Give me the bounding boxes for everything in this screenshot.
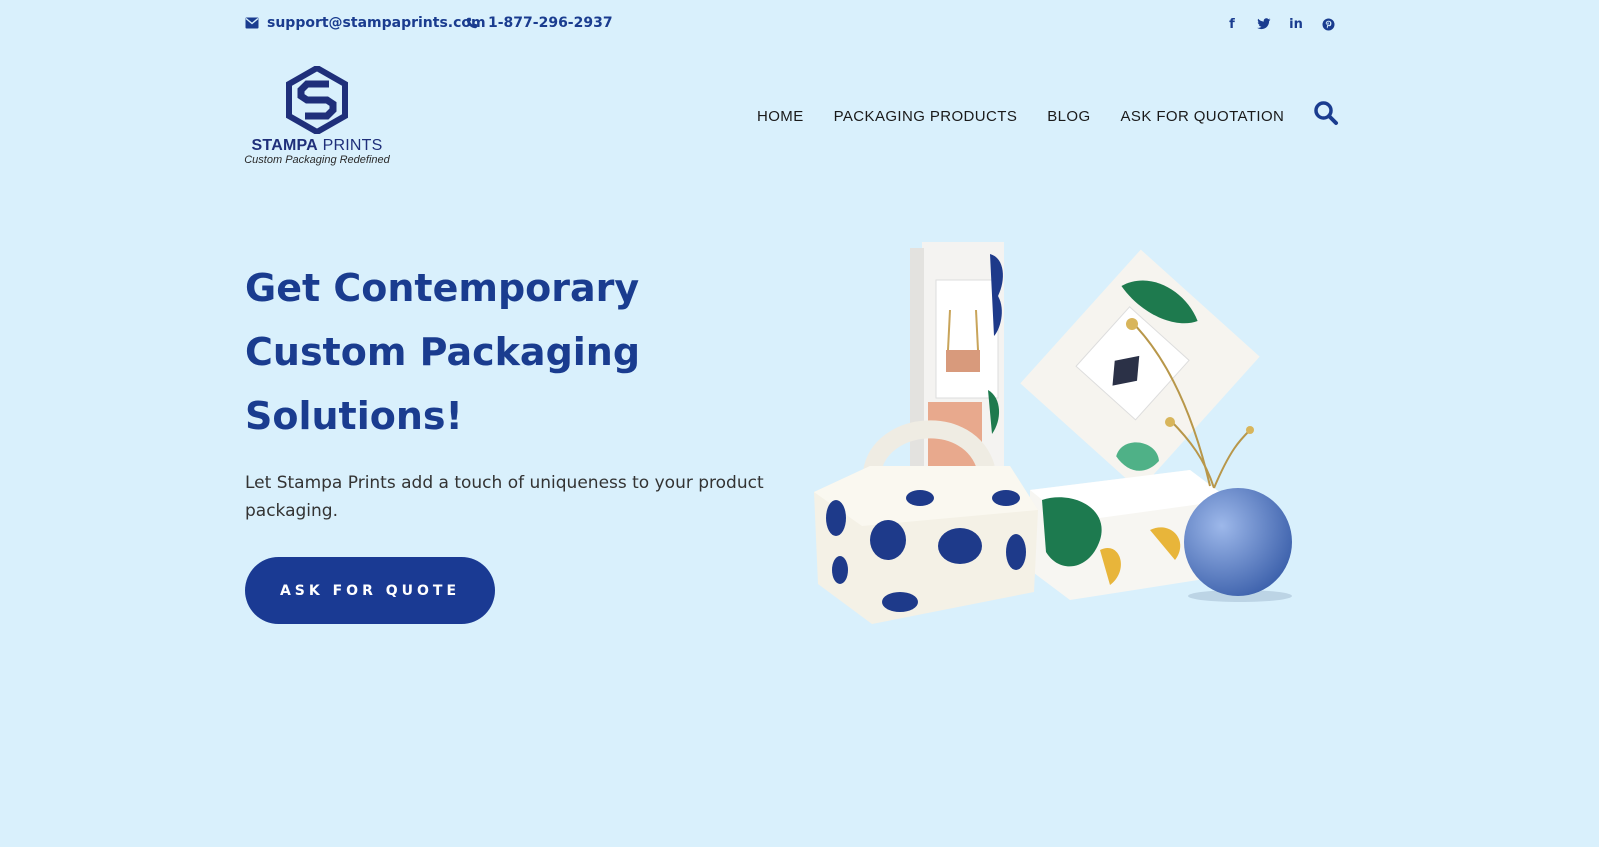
- nav-packaging-products[interactable]: PACKAGING PRODUCTS: [834, 108, 1018, 125]
- pinterest-icon[interactable]: [1319, 15, 1337, 33]
- facebook-icon[interactable]: f: [1223, 15, 1241, 33]
- logo-wordmark: STAMPA PRINTS: [236, 138, 398, 154]
- email-contact[interactable]: support@stampaprints.com: [245, 15, 486, 31]
- search-icon[interactable]: [1313, 100, 1339, 126]
- phone-contact[interactable]: 1-877-296-2937: [466, 15, 613, 31]
- nav-blog[interactable]: BLOG: [1047, 108, 1090, 125]
- logo-tagline: Custom Packaging Redefined: [244, 154, 390, 166]
- ask-for-quote-button[interactable]: ASK FOR QUOTE: [245, 557, 495, 624]
- nav-ask-for-quotation[interactable]: ASK FOR QUOTATION: [1121, 108, 1285, 125]
- phone-text[interactable]: 1-877-296-2937: [488, 15, 613, 31]
- tilted-box: [1020, 249, 1260, 491]
- site-logo[interactable]: STAMPA PRINTS Custom Packaging Redefined: [236, 66, 398, 166]
- logo-name-bold: STAMPA: [251, 137, 318, 154]
- stampa-logo-mark: [286, 66, 348, 134]
- hero-title: Get Contemporary Custom Packaging Soluti…: [245, 256, 665, 448]
- email-text[interactable]: support@stampaprints.com: [267, 15, 486, 31]
- hero-title-line-1: Get Contemporary: [245, 266, 640, 310]
- phone-icon: [466, 17, 480, 29]
- envelope-icon: [245, 17, 259, 29]
- packaging-boxes-illustration: [814, 242, 1292, 624]
- top-bar: support@stampaprints.com 1-877-296-2937 …: [0, 0, 1599, 48]
- logo-name-regular: PRINTS: [317, 137, 383, 154]
- nav-home[interactable]: HOME: [757, 108, 804, 125]
- hero-subtitle: Let Stampa Prints add a touch of uniquen…: [245, 473, 764, 521]
- twitter-icon[interactable]: [1255, 15, 1273, 33]
- main-nav: HOME PACKAGING PRODUCTS BLOG ASK FOR QUO…: [757, 108, 1314, 125]
- linkedin-icon[interactable]: in: [1287, 15, 1305, 33]
- hero-title-line-3: Solutions!: [245, 394, 463, 438]
- hero-title-line-2: Custom Packaging: [245, 330, 641, 374]
- social-links: f in: [1223, 15, 1337, 33]
